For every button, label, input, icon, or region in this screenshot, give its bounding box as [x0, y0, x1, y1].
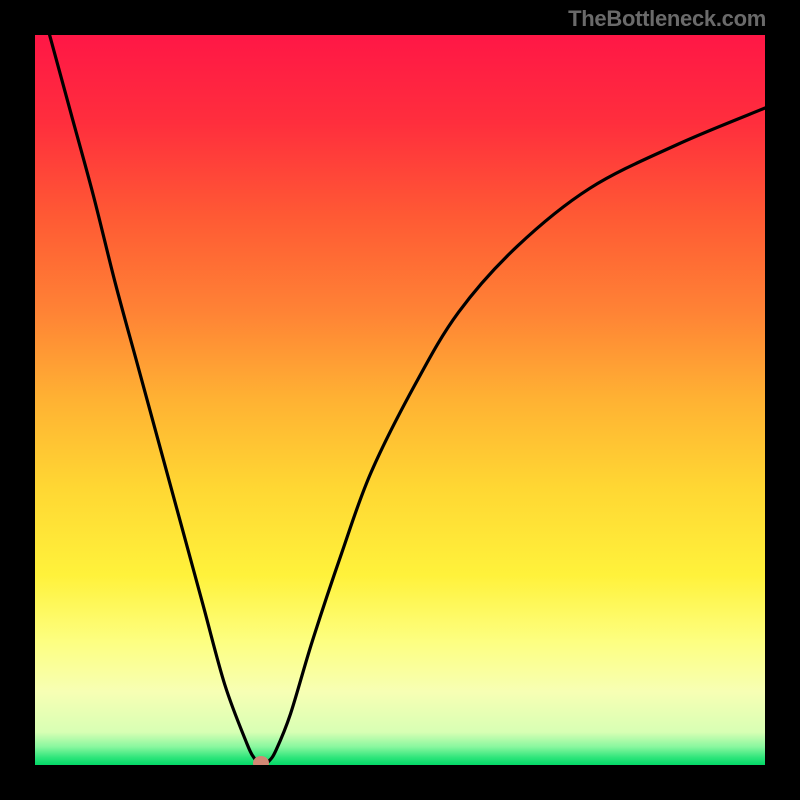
bottleneck-curve [35, 35, 765, 765]
optimal-point-marker [253, 756, 269, 765]
plot-area [35, 35, 765, 765]
watermark-text: TheBottleneck.com [568, 6, 766, 32]
chart-container: TheBottleneck.com [0, 0, 800, 800]
